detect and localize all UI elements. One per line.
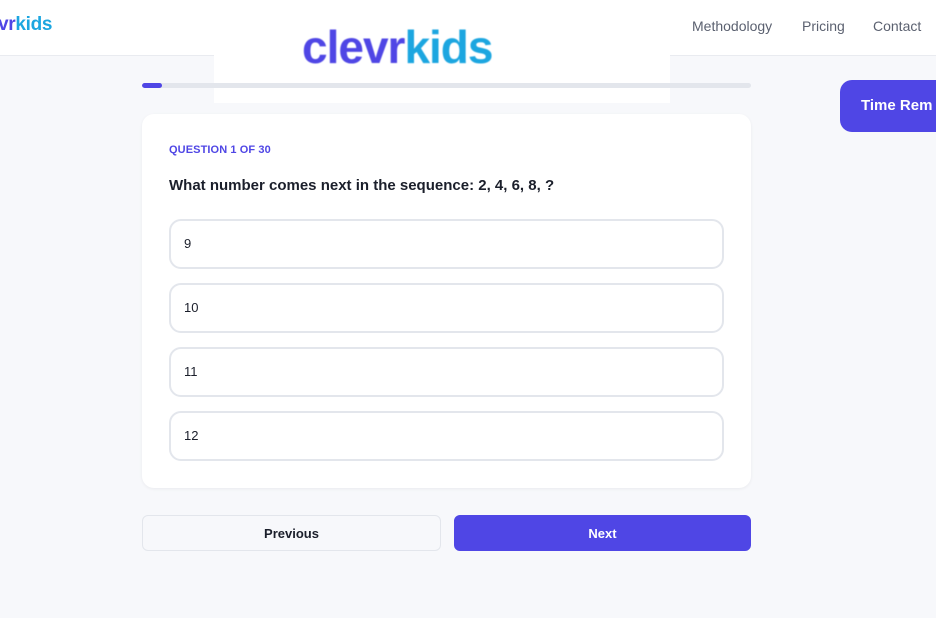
nav-link-contact[interactable]: Contact <box>873 18 921 34</box>
nav-link-pricing[interactable]: Pricing <box>802 18 845 34</box>
answer-option-label: 12 <box>184 428 199 443</box>
question-card: QUESTION 1 OF 30 What number comes next … <box>142 114 751 488</box>
brand-logo-part1: clevr <box>302 21 405 73</box>
nav-logo[interactable]: vrkids <box>0 14 53 36</box>
progress-bar <box>142 83 751 88</box>
quiz-page: vrkids Methodology Pricing Contact clevr… <box>0 0 936 618</box>
nav-logo-part2: kids <box>15 14 53 35</box>
answer-option-label: 10 <box>184 300 199 315</box>
answer-option-2[interactable]: 10 <box>169 283 724 333</box>
brand-logo-part2: kids <box>404 21 493 73</box>
answer-option-3[interactable]: 11 <box>169 347 724 397</box>
answer-option-4[interactable]: 12 <box>169 411 724 461</box>
progress-bar-fill <box>142 83 163 88</box>
time-remaining-badge: Time Rem <box>840 80 936 132</box>
nav-logo-part1: vr <box>0 14 16 35</box>
nav-link-methodology[interactable]: Methodology <box>692 18 772 34</box>
answer-option-1[interactable]: 9 <box>169 219 724 269</box>
next-button[interactable]: Next <box>454 515 751 551</box>
previous-button[interactable]: Previous <box>142 515 441 551</box>
question-counter: QUESTION 1 OF 30 <box>169 144 271 156</box>
answer-option-label: 11 <box>184 364 198 379</box>
time-remaining-label: Time Rem <box>861 97 933 114</box>
question-text: What number comes next in the sequence: … <box>169 177 555 194</box>
answer-option-label: 9 <box>184 236 192 251</box>
brand-logo: clevrkids <box>302 20 493 74</box>
